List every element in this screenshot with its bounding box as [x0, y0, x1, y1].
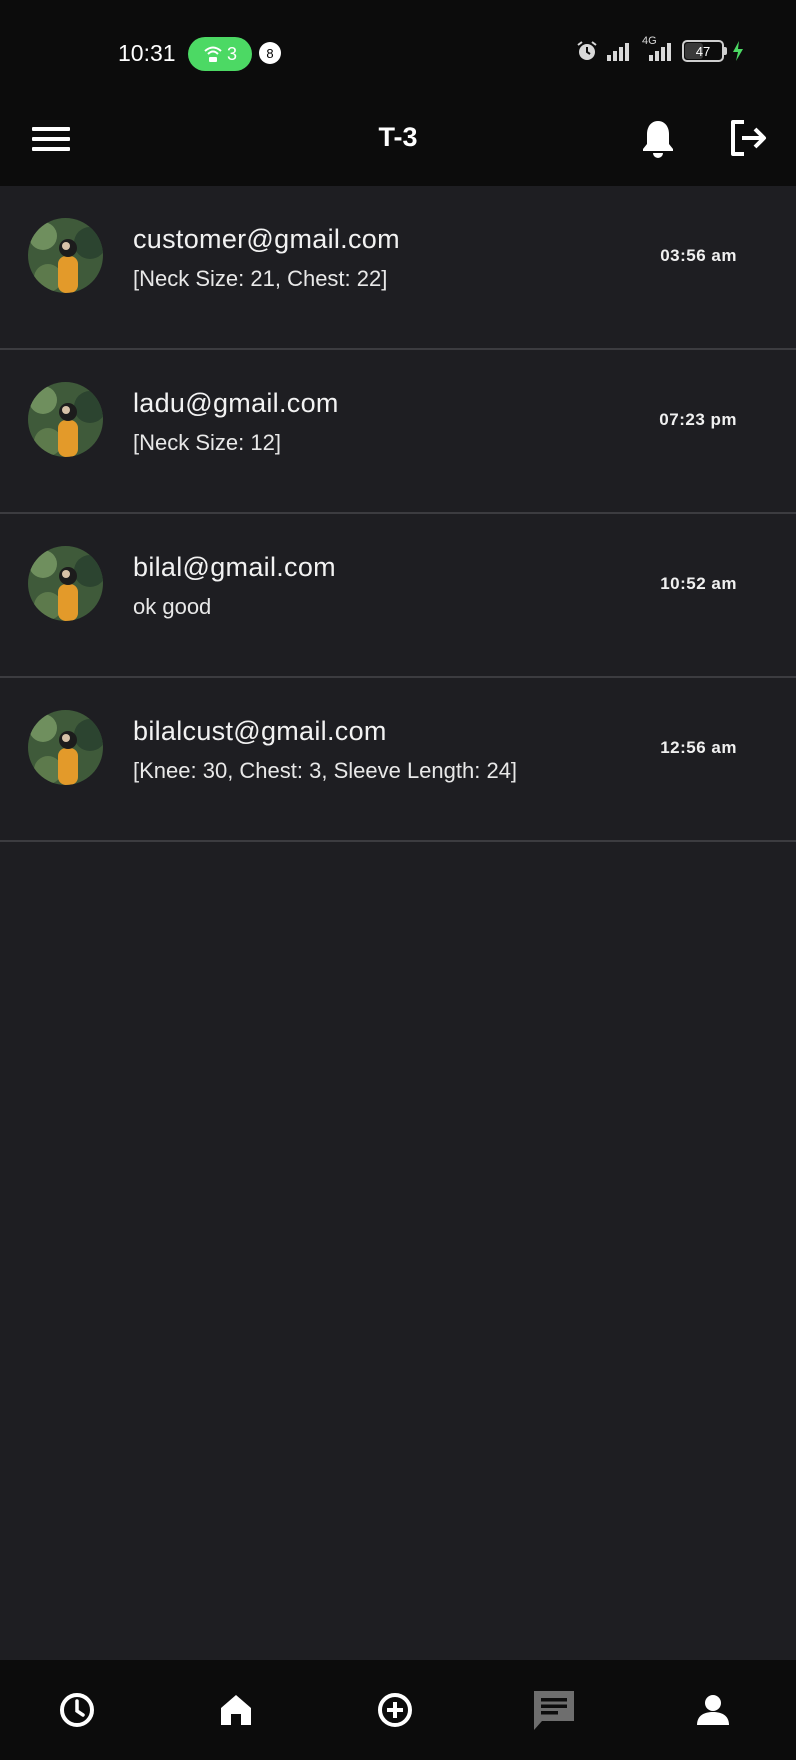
charging-icon [733, 41, 743, 61]
hotspot-count: 3 [226, 43, 237, 64]
app-bar: T-3 [0, 94, 796, 186]
add-circle-icon [378, 1693, 412, 1727]
chat-preview: [Knee: 30, Chest: 3, Sleeve Length: 24] [133, 758, 518, 783]
chat-time: 12:56 am [660, 738, 737, 757]
avatar [28, 382, 103, 457]
signal-icon [607, 43, 629, 61]
chat-email: bilal@gmail.com [133, 552, 336, 582]
hotspot-indicator: 3 [188, 37, 252, 71]
history-clock-icon [60, 1693, 94, 1727]
chat-list-item[interactable]: bilal@gmail.com ok good 10:52 am [0, 514, 796, 678]
nav-add-button[interactable] [365, 1680, 425, 1740]
notifications-button[interactable] [634, 114, 682, 162]
chat-time: 03:56 am [660, 246, 737, 265]
chat-email: customer@gmail.com [133, 224, 400, 254]
notification-count-badge: 8 [259, 42, 281, 64]
home-icon [221, 1695, 251, 1725]
network-label: 4G [642, 35, 657, 47]
chat-icon [534, 1691, 574, 1730]
chat-preview: [Neck Size: 12] [133, 430, 281, 455]
status-bar: 10:31 3 8 4G 47 [0, 0, 796, 94]
status-icons: 4G 47 [576, 35, 744, 62]
nav-profile-button[interactable] [683, 1680, 743, 1740]
chat-email: ladu@gmail.com [133, 388, 339, 418]
bell-icon [643, 121, 673, 158]
chat-list-item[interactable]: customer@gmail.com [Neck Size: 21, Chest… [0, 186, 796, 350]
chat-list-item[interactable]: ladu@gmail.com [Neck Size: 12] 07:23 pm [0, 350, 796, 514]
avatar [28, 710, 103, 785]
chat-email: bilalcust@gmail.com [133, 716, 387, 746]
chat-time: 07:23 pm [659, 410, 737, 429]
hotspot-icon [204, 46, 222, 62]
avatar [28, 218, 103, 293]
avatar [28, 546, 103, 621]
status-time: 10:31 [118, 40, 176, 66]
nav-history-button[interactable] [47, 1680, 107, 1740]
logout-button[interactable] [724, 114, 772, 162]
chat-time: 10:52 am [660, 574, 737, 593]
chat-preview: [Neck Size: 21, Chest: 22] [133, 266, 388, 291]
logout-icon [731, 120, 766, 156]
bottom-nav [0, 1660, 796, 1760]
battery-percent: 47 [695, 43, 711, 59]
battery-indicator: 47 [682, 40, 727, 62]
chat-preview: ok good [133, 594, 212, 619]
chat-list-item[interactable]: bilalcust@gmail.com [Knee: 30, Chest: 3,… [0, 678, 796, 842]
alarm-icon [577, 41, 597, 60]
signal-4g-indicator: 4G [640, 35, 674, 61]
chat-list: customer@gmail.com [Neck Size: 21, Chest… [0, 186, 796, 842]
profile-icon [697, 1695, 729, 1725]
nav-chat-button[interactable] [524, 1680, 584, 1740]
nav-home-button[interactable] [206, 1680, 266, 1740]
